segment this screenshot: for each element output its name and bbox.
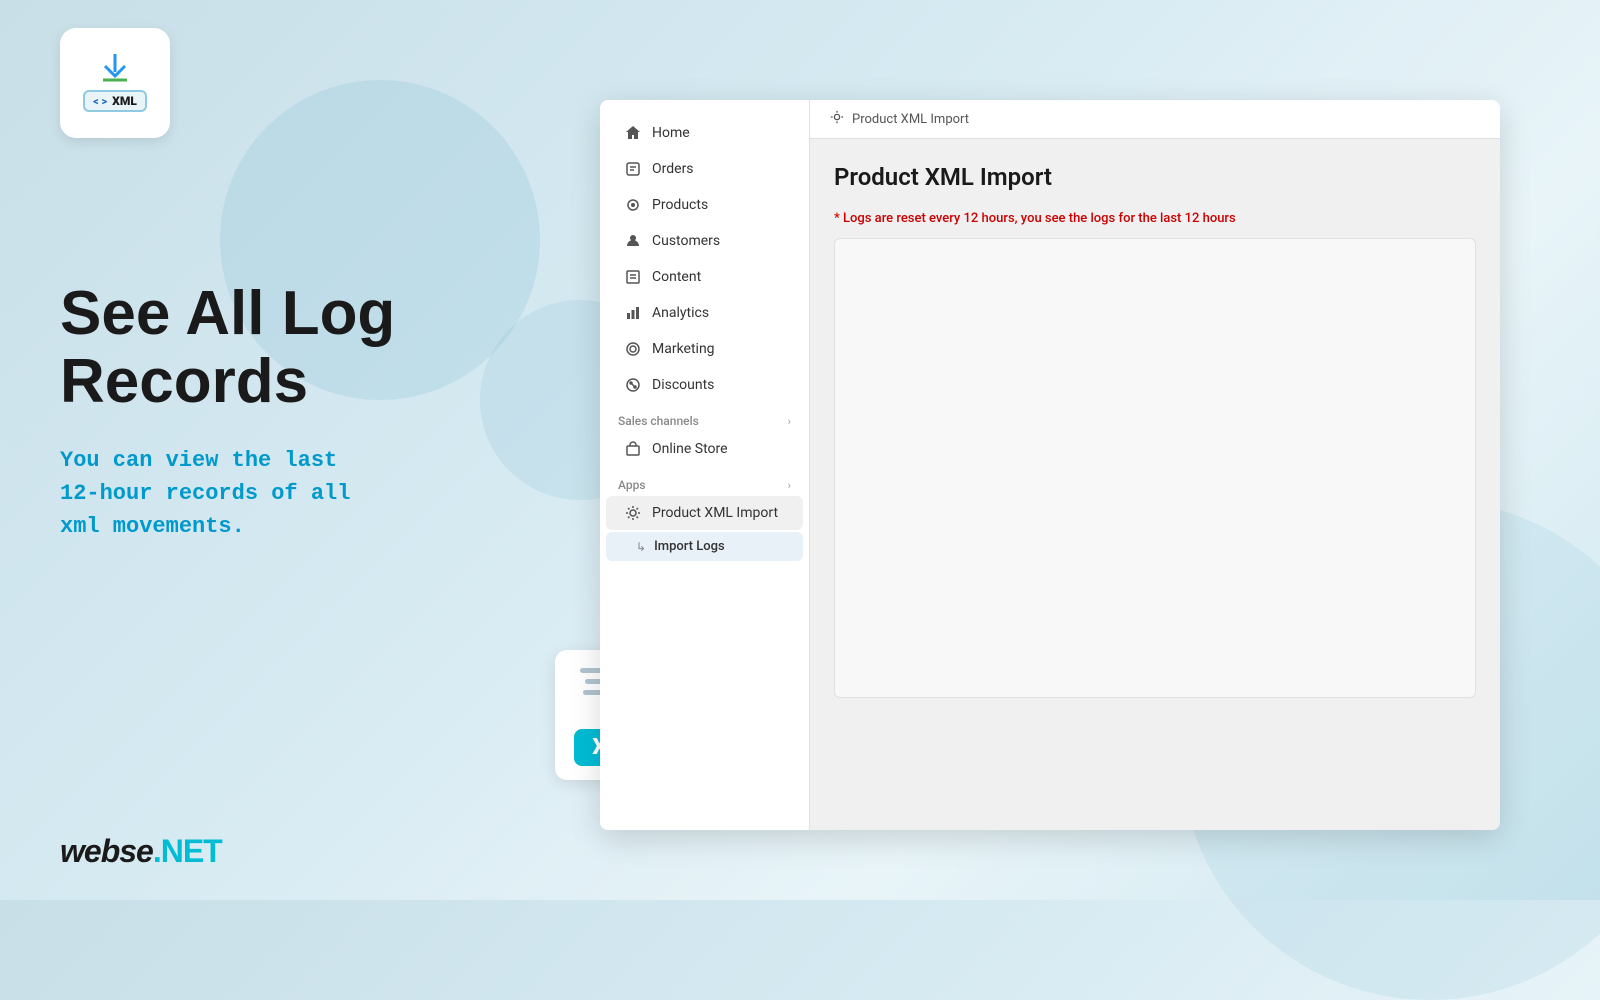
sidebar-item-product-xml-import[interactable]: Product XML Import [606, 496, 803, 530]
sidebar: Home Orders Products Customers Content [600, 100, 810, 830]
sidebar-label-product-xml-import: Product XML Import [652, 505, 778, 521]
sidebar-item-online-store[interactable]: Online Store [606, 432, 803, 466]
page-title: Product XML Import [834, 163, 1476, 191]
sidebar-item-orders[interactable]: Orders [606, 152, 803, 186]
breadcrumb-label: Product XML Import [852, 112, 969, 127]
content-area: Product XML Import * Logs are reset ever… [810, 139, 1500, 830]
log-notice: * Logs are reset every 12 hours, you see… [834, 211, 1476, 226]
heading-line2: Records [60, 347, 308, 416]
sidebar-label-orders: Orders [652, 161, 694, 177]
section-apps-label: Apps [618, 478, 646, 492]
sidebar-item-marketing[interactable]: Marketing [606, 332, 803, 366]
sidebar-item-analytics[interactable]: Analytics [606, 296, 803, 330]
orders-icon [624, 160, 642, 178]
logo-box: < > XML [60, 28, 170, 138]
section-apps: Apps › [600, 468, 809, 496]
logo-arrow-svg [95, 54, 135, 84]
sidebar-label-home: Home [652, 125, 690, 141]
products-icon [624, 196, 642, 214]
subtext-line1: You can view the last [60, 448, 337, 473]
sidebar-label-marketing: Marketing [652, 341, 715, 357]
logo-area: < > XML [60, 28, 170, 138]
breadcrumb-bar: Product XML Import [810, 100, 1500, 139]
sidebar-item-products[interactable]: Products [606, 188, 803, 222]
sidebar-label-products: Products [652, 197, 708, 213]
logo-xml-label: XML [112, 94, 137, 108]
section-sales-label: Sales channels [618, 414, 699, 428]
brand-name: webse.NET [60, 833, 222, 869]
sidebar-item-import-logs[interactable]: ↳ Import Logs [606, 532, 803, 561]
sidebar-label-import-logs: Import Logs [654, 539, 725, 554]
apps-arrow: › [788, 479, 791, 492]
analytics-icon [624, 304, 642, 322]
section-sales-channels: Sales channels › [600, 404, 809, 432]
subtext-line2: 12-hour records of all [60, 481, 350, 506]
sidebar-label-customers: Customers [652, 233, 720, 249]
heading-line1: See All Log [60, 279, 395, 348]
sales-channels-arrow: › [788, 415, 791, 428]
sub-text: You can view the last 12-hour records of… [60, 444, 600, 543]
main-heading: See All Log Records [60, 280, 600, 416]
sidebar-item-home[interactable]: Home [606, 116, 803, 150]
left-content: See All Log Records You can view the las… [60, 280, 600, 543]
sidebar-label-analytics: Analytics [652, 305, 709, 321]
sidebar-item-customers[interactable]: Customers [606, 224, 803, 258]
app-icon [624, 504, 642, 522]
breadcrumb-icon [830, 110, 844, 128]
content-icon [624, 268, 642, 286]
marketing-icon [624, 340, 642, 358]
customers-icon [624, 232, 642, 250]
discounts-icon [624, 376, 642, 394]
shopify-panel: Home Orders Products Customers Content [600, 100, 1500, 830]
sidebar-item-discounts[interactable]: Discounts [606, 368, 803, 402]
sub-arrow-icon: ↳ [636, 540, 646, 554]
sidebar-label-discounts: Discounts [652, 377, 714, 393]
brand-text: webse.NET [60, 833, 222, 870]
subtext-line3: xml movements. [60, 514, 245, 539]
sidebar-item-content[interactable]: Content [606, 260, 803, 294]
home-icon [624, 124, 642, 142]
sidebar-label-content: Content [652, 269, 701, 285]
log-box [834, 238, 1476, 698]
logo-bracket-left: < > [93, 95, 107, 108]
logo-code-box: < > XML [83, 90, 147, 112]
sidebar-label-online-store: Online Store [652, 441, 728, 457]
main-content: Product XML Import Product XML Import * … [810, 100, 1500, 830]
online-store-icon [624, 440, 642, 458]
